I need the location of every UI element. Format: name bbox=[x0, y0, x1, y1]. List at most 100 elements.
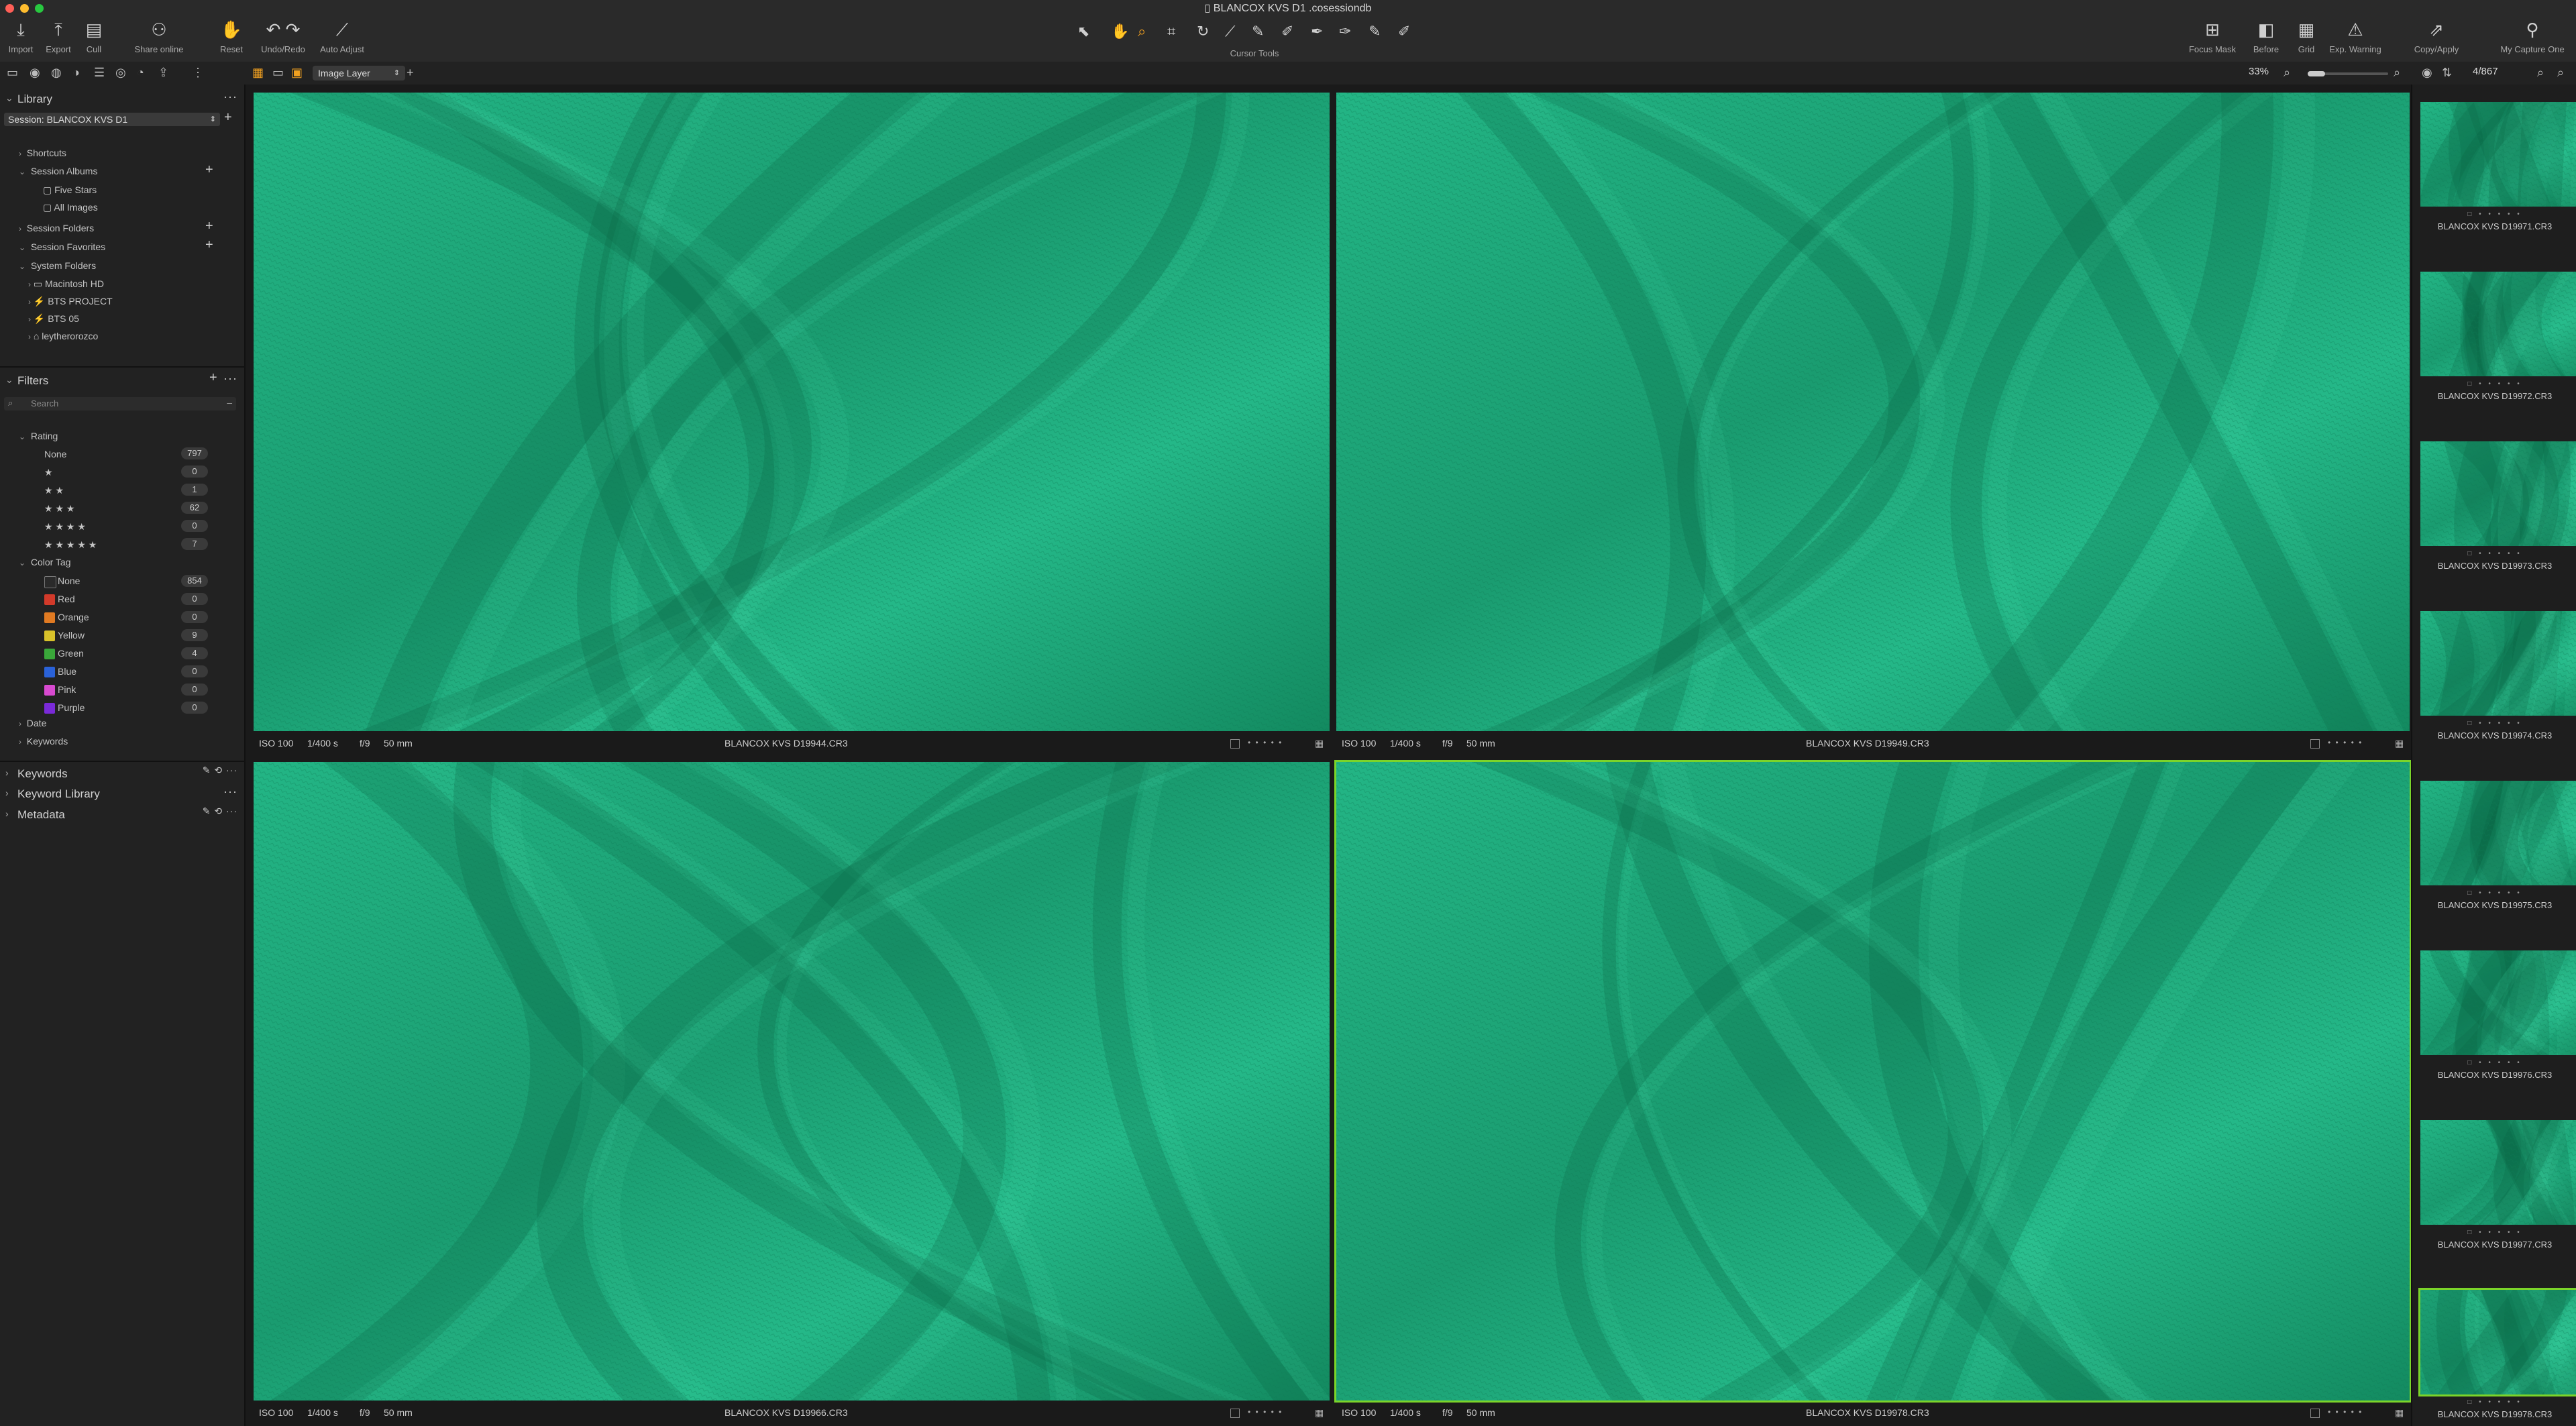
session-folders-group[interactable]: › Session Folders bbox=[19, 223, 94, 233]
undo-redo-button[interactable]: ↶ ↷ Undo/Redo bbox=[258, 19, 309, 54]
viewer-image[interactable] bbox=[1336, 93, 2410, 731]
select-checkbox[interactable] bbox=[1230, 1409, 1240, 1418]
color-tag-red[interactable]: Red bbox=[58, 594, 75, 604]
add-session-icon[interactable]: + bbox=[224, 110, 232, 125]
color-tag-green[interactable]: Green bbox=[58, 648, 84, 659]
rating-dots[interactable]: • • • • • bbox=[1248, 738, 1283, 747]
heal-cursor-icon[interactable]: ✎ bbox=[1368, 23, 1381, 40]
thumbnail-rating-dots[interactable]: □ • • • • • bbox=[2412, 550, 2576, 557]
keystone-cursor-icon[interactable]: ⟋ bbox=[1225, 23, 1235, 40]
clear-icon[interactable]: – bbox=[227, 397, 232, 408]
color-tag-icon[interactable]: ▦ bbox=[1315, 1407, 1324, 1419]
eye-icon[interactable]: ◉ bbox=[2422, 66, 2432, 80]
color-tag-pink[interactable]: Pink bbox=[58, 684, 76, 695]
thumbnail-rating-dots[interactable]: □ • • • • • bbox=[2412, 1059, 2576, 1066]
cull-button[interactable]: ▤ Cull bbox=[80, 19, 107, 54]
capture-tab-icon[interactable]: ◉ bbox=[30, 66, 40, 80]
lens-tab-icon[interactable]: ◍ bbox=[51, 66, 62, 80]
details-tab-icon[interactable]: ◎ bbox=[115, 66, 126, 80]
copy-apply-button[interactable]: ⇗ Copy/Apply bbox=[2410, 19, 2463, 54]
color-tag-yellow[interactable]: Yellow bbox=[58, 630, 85, 641]
layer-selector[interactable]: Image Layer ⇕ bbox=[313, 66, 405, 80]
rating-dots[interactable]: • • • • • bbox=[2328, 738, 2363, 747]
brush-cursor-icon[interactable]: ✐ bbox=[1281, 23, 1293, 40]
thumbnail-rating-dots[interactable]: □ • • • • • bbox=[2412, 1229, 2576, 1236]
thumbnail-rating-dots[interactable]: □ • • • • • bbox=[2412, 211, 2576, 218]
exp-warning-button[interactable]: ⚠ Exp. Warning bbox=[2325, 19, 2385, 54]
keywords-header[interactable]: › Keywords ✎ ⟲ ··· bbox=[0, 765, 244, 783]
adjust-tab-icon[interactable]: ◔ bbox=[137, 66, 144, 80]
rating-none[interactable]: None bbox=[44, 449, 66, 459]
exposure-tab-icon[interactable]: ☰ bbox=[94, 66, 105, 80]
select-checkbox[interactable] bbox=[2310, 1409, 2320, 1418]
pan-cursor-icon[interactable]: ✋ bbox=[1111, 23, 1129, 40]
album-all-images[interactable]: ▢ All Images bbox=[43, 202, 98, 213]
color-tag-icon[interactable]: ▦ bbox=[2395, 738, 2404, 749]
zoom-cursor-icon[interactable]: ⌕ bbox=[1138, 23, 1146, 40]
color-tag-purple[interactable]: Purple bbox=[58, 702, 85, 713]
compare-view-icon[interactable]: ▣ bbox=[291, 66, 303, 80]
thumbnail-rating-dots[interactable]: □ • • • • • bbox=[2412, 1398, 2576, 1406]
keyword-tools-icon[interactable]: ✎ ⟲ ··· bbox=[203, 765, 237, 776]
filmstrip-thumbnail[interactable] bbox=[2418, 1288, 2576, 1396]
filmstrip-thumbnail[interactable] bbox=[2420, 781, 2576, 885]
gradient-cursor-icon[interactable]: ✑ bbox=[1339, 23, 1351, 40]
filter-search-icon[interactable]: ⌕ bbox=[2557, 66, 2564, 80]
crop-cursor-icon[interactable]: ⌗ bbox=[1167, 23, 1175, 40]
metadata-header[interactable]: › Metadata ✎ ⟲ ··· bbox=[0, 806, 244, 824]
thumbnail-rating-dots[interactable]: □ • • • • • bbox=[2412, 889, 2576, 897]
zoom-slider[interactable] bbox=[2308, 71, 2388, 76]
more-icon[interactable]: ··· bbox=[223, 90, 237, 104]
zoom-slider-handle[interactable] bbox=[2308, 71, 2325, 76]
more-tabs-icon[interactable]: ⋮ bbox=[192, 66, 204, 80]
album-five-stars[interactable]: ▢ Five Stars bbox=[43, 184, 97, 196]
rating-1-star[interactable]: ★ bbox=[44, 467, 53, 478]
select-checkbox[interactable] bbox=[1230, 739, 1240, 749]
filmstrip-thumbnail[interactable] bbox=[2420, 611, 2576, 716]
filmstrip-thumbnail[interactable] bbox=[2420, 441, 2576, 546]
rating-2-star[interactable]: ★ ★ bbox=[44, 485, 64, 496]
viewer-image[interactable] bbox=[1334, 760, 2412, 1403]
multi-view-icon[interactable]: ▦ bbox=[252, 66, 264, 80]
auto-adjust-button[interactable]: ⟋ Auto Adjust bbox=[315, 19, 369, 54]
select-checkbox[interactable] bbox=[2310, 739, 2320, 749]
filter-search-input[interactable]: ⌕ Search – bbox=[4, 397, 236, 410]
folder-bts-project[interactable]: › ⚡ BTS PROJECT bbox=[28, 296, 113, 307]
session-albums-group[interactable]: ⌄ Session Albums bbox=[19, 166, 97, 176]
filmstrip-thumbnail[interactable] bbox=[2420, 102, 2576, 207]
zoom-in-icon[interactable]: ⌕ bbox=[2394, 66, 2400, 80]
filmstrip-thumbnail[interactable] bbox=[2420, 272, 2576, 376]
filters-header[interactable]: ⌄ Filters + ··· bbox=[0, 370, 244, 390]
import-button[interactable]: ⤓ Import bbox=[5, 19, 36, 54]
sort-icon[interactable]: ⇅ bbox=[2442, 66, 2452, 80]
rating-dots[interactable]: • • • • • bbox=[2328, 1407, 2363, 1417]
my-capture-one-button[interactable]: ⚲ My Capture One bbox=[2496, 19, 2569, 54]
rating-4-star[interactable]: ★ ★ ★ ★ bbox=[44, 521, 86, 533]
single-view-icon[interactable]: ▭ bbox=[272, 66, 284, 80]
add-filter-icon[interactable]: + bbox=[209, 370, 217, 386]
more-icon[interactable]: ··· bbox=[223, 785, 237, 799]
color-tag-group[interactable]: ⌄ Color Tag bbox=[19, 557, 71, 567]
select-cursor-icon[interactable]: ⬉ bbox=[1077, 23, 1089, 40]
folder-bts-05[interactable]: › ⚡ BTS 05 bbox=[28, 313, 79, 325]
before-button[interactable]: ◧ Before bbox=[2246, 19, 2286, 54]
rating-group[interactable]: ⌄ Rating bbox=[19, 431, 58, 441]
session-selector[interactable]: Session: BLANCOX KVS D1 ⇕ bbox=[4, 113, 220, 126]
rating-3-star[interactable]: ★ ★ ★ bbox=[44, 503, 74, 514]
filmstrip-thumbnail[interactable] bbox=[2420, 1120, 2576, 1225]
color-tag-blue[interactable]: Blue bbox=[58, 666, 76, 677]
add-album-icon[interactable]: + bbox=[205, 162, 213, 178]
viewer-image[interactable] bbox=[254, 762, 1330, 1401]
add-layer-icon[interactable]: + bbox=[407, 66, 414, 80]
library-tab-icon[interactable]: ▭ bbox=[7, 66, 18, 80]
add-favorite-icon[interactable]: + bbox=[205, 237, 213, 253]
zoom-out-icon[interactable]: ⌕ bbox=[2284, 66, 2290, 80]
export-button[interactable]: ⤒ Export bbox=[42, 19, 75, 54]
shortcuts-group[interactable]: › Shortcuts bbox=[19, 148, 66, 158]
color-tag-orange[interactable]: Orange bbox=[58, 612, 89, 622]
focus-mask-button[interactable]: ⊞ Focus Mask bbox=[2186, 19, 2239, 54]
keywords-filter-group[interactable]: › Keywords bbox=[19, 736, 68, 747]
folder-leytherorozco[interactable]: › ⌂ leytherorozco bbox=[28, 331, 98, 341]
output-tab-icon[interactable]: ⇪ bbox=[158, 66, 168, 80]
more-icon[interactable]: ··· bbox=[223, 372, 237, 386]
